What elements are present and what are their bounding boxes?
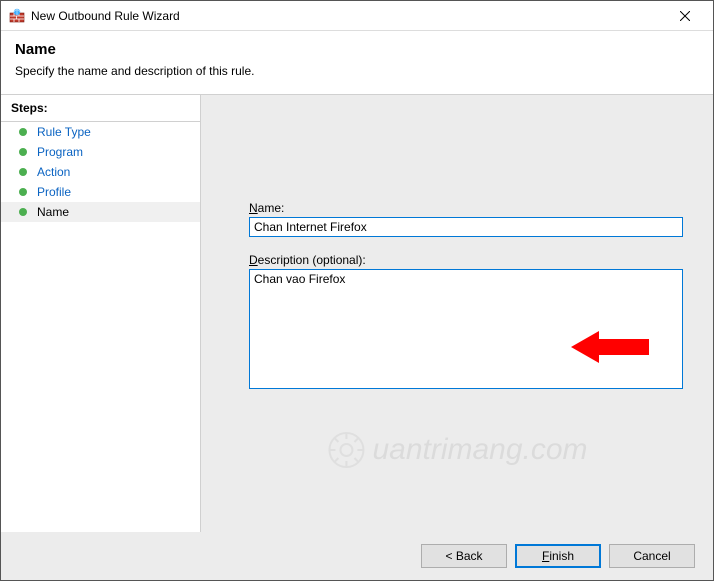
sidebar-item-action[interactable]: Action bbox=[1, 162, 200, 182]
wizard-header: Name Specify the name and description of… bbox=[1, 31, 713, 94]
page-title: Name bbox=[15, 41, 699, 58]
finish-button[interactable]: Finish bbox=[515, 544, 601, 568]
sidebar-item-label: Rule Type bbox=[37, 125, 91, 139]
main-panel: Name: Description (optional): bbox=[201, 95, 713, 532]
titlebar: New Outbound Rule Wizard bbox=[1, 1, 713, 31]
sidebar-item-label: Action bbox=[37, 165, 70, 179]
name-input[interactable] bbox=[249, 217, 683, 237]
watermark: uantrimang.com bbox=[326, 430, 587, 470]
sidebar-item-label: Program bbox=[37, 145, 83, 159]
page-subtitle: Specify the name and description of this… bbox=[15, 64, 699, 78]
steps-header: Steps: bbox=[1, 95, 200, 122]
steps-sidebar: Steps: Rule Type Program Action Profile … bbox=[1, 95, 201, 532]
description-input[interactable] bbox=[249, 269, 683, 389]
name-label: Name: bbox=[249, 201, 683, 215]
sidebar-item-rule-type[interactable]: Rule Type bbox=[1, 122, 200, 142]
wizard-body: Steps: Rule Type Program Action Profile … bbox=[1, 94, 713, 532]
wizard-window: New Outbound Rule Wizard Name Specify th… bbox=[0, 0, 714, 581]
close-icon bbox=[680, 11, 690, 21]
step-bullet-icon bbox=[19, 148, 27, 156]
step-bullet-icon bbox=[19, 188, 27, 196]
cancel-button[interactable]: Cancel bbox=[609, 544, 695, 568]
window-title: New Outbound Rule Wizard bbox=[31, 9, 665, 23]
step-bullet-icon bbox=[19, 208, 27, 216]
form-area: Name: Description (optional): bbox=[249, 201, 683, 392]
step-bullet-icon bbox=[19, 168, 27, 176]
firewall-icon bbox=[9, 8, 25, 24]
sidebar-item-label: Name bbox=[37, 205, 69, 219]
wizard-footer: < Back Finish Cancel bbox=[1, 532, 713, 580]
sidebar-item-label: Profile bbox=[37, 185, 71, 199]
sidebar-item-profile[interactable]: Profile bbox=[1, 182, 200, 202]
step-bullet-icon bbox=[19, 128, 27, 136]
back-button[interactable]: < Back bbox=[421, 544, 507, 568]
close-button[interactable] bbox=[665, 2, 705, 30]
sidebar-item-name[interactable]: Name bbox=[1, 202, 200, 222]
sidebar-item-program[interactable]: Program bbox=[1, 142, 200, 162]
description-label: Description (optional): bbox=[249, 253, 683, 267]
